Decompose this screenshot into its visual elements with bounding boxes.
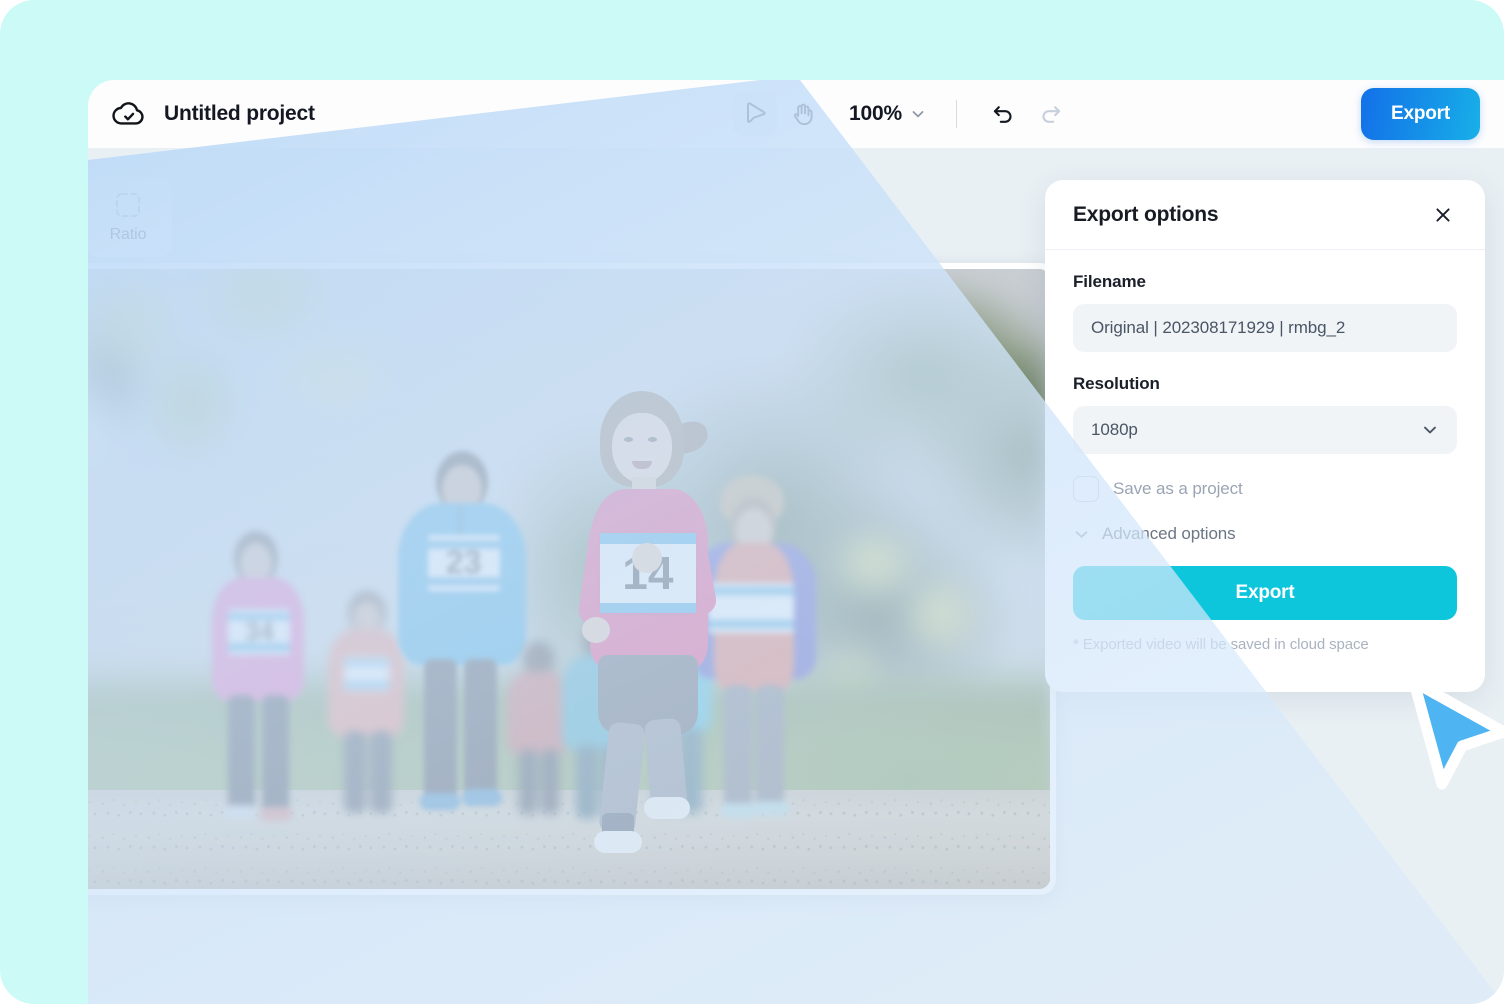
undo-button[interactable] (981, 92, 1025, 136)
chevron-down-icon (912, 111, 924, 118)
canvas-frame[interactable]: 34 23 14 (88, 263, 1056, 895)
save-as-project-row[interactable]: Save as a project (1073, 476, 1457, 502)
save-as-project-checkbox[interactable] (1073, 476, 1099, 502)
ratio-tool-button[interactable]: Ratio (88, 177, 172, 257)
redo-button[interactable] (1029, 92, 1073, 136)
resolution-value: 1080p (1091, 420, 1138, 439)
ratio-tool-label: Ratio (109, 225, 147, 243)
chevron-down-icon (1424, 426, 1436, 434)
photo-runner-far-child (507, 640, 570, 821)
dashed-square-icon (115, 192, 141, 217)
page-root: Untitled project 100% Export Ratio 34 23… (0, 0, 1504, 1004)
photo-runner-pink: 34 (208, 530, 308, 821)
toolbar-tools: 100% (733, 92, 1073, 136)
zoom-level-value: 100% (849, 102, 902, 125)
panel-title: Export options (1073, 202, 1219, 226)
filename-input[interactable]: Original | 202308171929 | rmbg_2 (1073, 304, 1457, 352)
close-x-icon (1436, 207, 1450, 222)
canvas-photo: 34 23 14 (88, 269, 1050, 889)
photo-main-runner: 14 (576, 391, 719, 854)
project-brand: Untitled project (112, 97, 315, 131)
redo-icon (1042, 106, 1061, 123)
advanced-options-row[interactable]: Advanced options (1073, 524, 1457, 544)
chevron-down-icon (1075, 530, 1088, 538)
photo-runner-orange (692, 474, 817, 821)
panel-body: Filename Original | 202308171929 | rmbg_… (1045, 250, 1485, 653)
hand-pan-tool[interactable] (781, 92, 825, 136)
hand-icon (793, 103, 813, 125)
photo-bib-23: 23 (427, 534, 500, 591)
export-note: * Exported video will be saved in cloud … (1073, 636, 1369, 653)
resolution-label: Resolution (1073, 374, 1160, 393)
select-cursor-tool[interactable] (733, 92, 777, 136)
export-panel-button[interactable]: Export (1073, 566, 1457, 620)
export-top-button[interactable]: Export (1361, 88, 1480, 140)
undo-icon (993, 106, 1012, 123)
close-button[interactable] (1429, 201, 1457, 229)
save-as-project-label: Save as a project (1113, 479, 1243, 498)
app-window: Untitled project 100% Export Ratio 34 23… (88, 80, 1504, 1004)
toolbar-divider (955, 100, 957, 128)
filename-label: Filename (1073, 272, 1146, 291)
export-options-panel: Export options Filename Original | 20230… (1045, 180, 1485, 692)
cursor-arrow-icon (747, 102, 766, 123)
photo-runner-salmon (327, 590, 404, 821)
project-title: Untitled project (164, 102, 315, 125)
advanced-options-label: Advanced options (1102, 524, 1236, 543)
panel-header: Export options (1045, 180, 1485, 250)
resolution-select[interactable]: 1080p (1073, 406, 1457, 454)
zoom-control[interactable]: 100% (843, 98, 932, 130)
photo-bib-34: 34 (228, 608, 291, 655)
top-toolbar: Untitled project 100% Export (88, 80, 1504, 148)
cloud-check-icon (112, 102, 144, 125)
